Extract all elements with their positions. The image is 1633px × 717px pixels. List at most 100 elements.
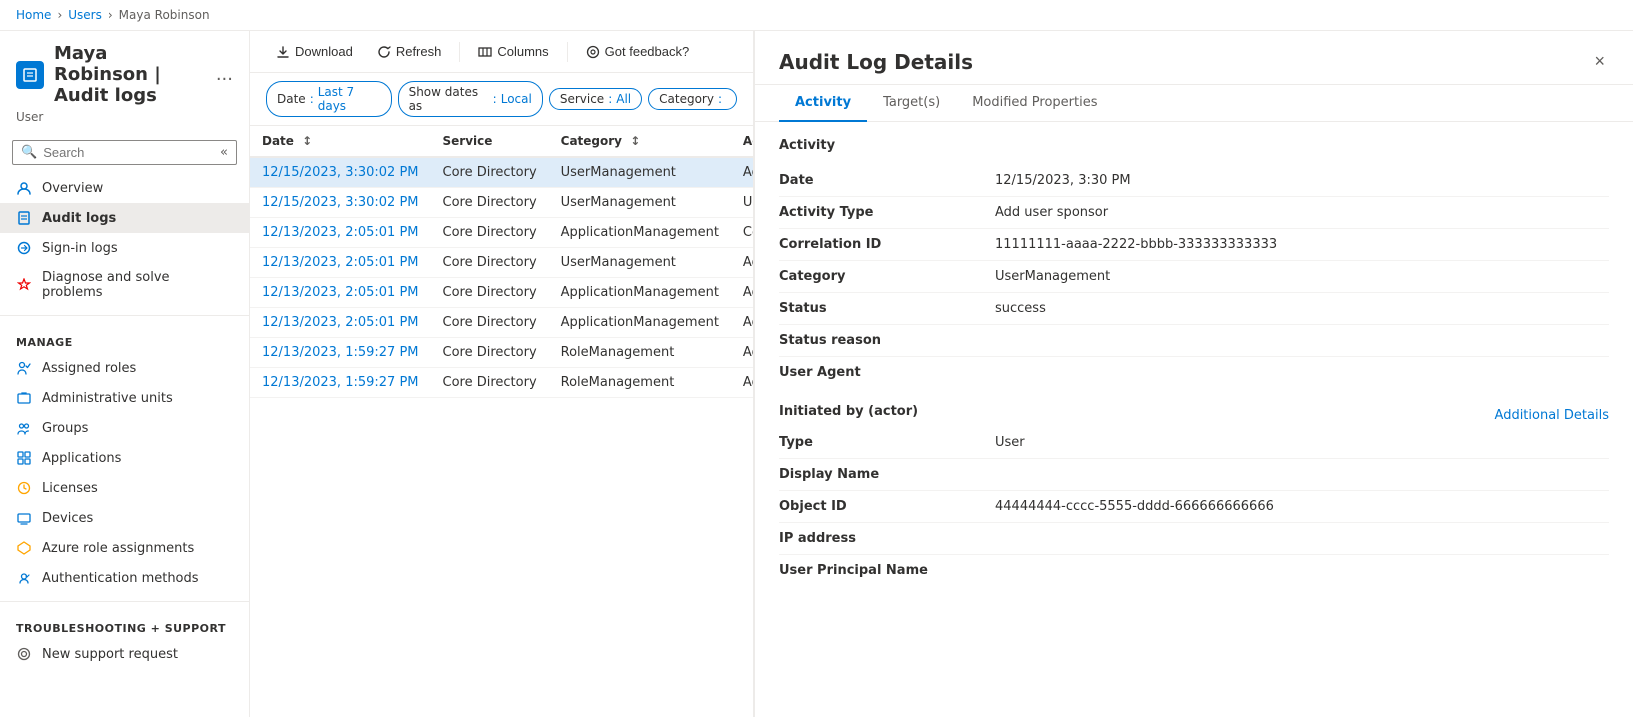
download-button[interactable]: Download	[266, 39, 363, 64]
sidebar-item-overview[interactable]: Overview	[0, 173, 249, 203]
sidebar-item-azureroles[interactable]: Azure role assignments	[0, 533, 249, 563]
actor-field-label: Object ID	[779, 499, 979, 514]
sidebar-item-authmethods[interactable]: Authentication methods	[0, 563, 249, 593]
content-area: Download Refresh Columns Got feedback?	[250, 31, 753, 717]
filter-date[interactable]: Date : Last 7 days	[266, 81, 392, 117]
sidebar-item-label: Authentication methods	[42, 571, 199, 586]
page-icon	[16, 61, 44, 89]
download-icon	[276, 45, 290, 59]
detail-field-label: Activity Type	[779, 205, 979, 220]
detail-field-value: 11111111-aaaa-2222-bbbb-333333333333	[995, 237, 1277, 252]
actor-field-row: Type User	[779, 427, 1609, 459]
actor-field-row: User Principal Name	[779, 555, 1609, 586]
cell-category: UserManagement	[549, 248, 731, 278]
detail-panel-title: Audit Log Details	[779, 50, 973, 74]
tab-activity[interactable]: Activity	[779, 85, 867, 122]
detail-field-value: 12/15/2023, 3:30 PM	[995, 173, 1131, 188]
cell-activity: Add...	[731, 278, 753, 308]
detail-field-row: User Agent	[779, 357, 1609, 388]
tab-modified-properties[interactable]: Modified Properties	[956, 85, 1113, 122]
tab-targets[interactable]: Target(s)	[867, 85, 956, 122]
col-activity[interactable]: Activity	[731, 126, 753, 157]
actor-field-value: User	[995, 435, 1025, 450]
filter-dates-as[interactable]: Show dates as : Local	[398, 81, 543, 117]
cell-category: ApplicationManagement	[549, 278, 731, 308]
troubleshooting-section-header: Troubleshooting + Support	[0, 610, 249, 639]
detail-field-label: Date	[779, 173, 979, 188]
actor-field-value: 44444444-cccc-5555-dddd-666666666666	[995, 499, 1274, 514]
sidebar-item-assignedroles[interactable]: Assigned roles	[0, 353, 249, 383]
breadcrumb-users[interactable]: Users	[68, 8, 102, 22]
sidebar-item-signinlogs[interactable]: Sign-in logs	[0, 233, 249, 263]
table-row[interactable]: 12/13/2023, 2:05:01 PM Core Directory Ap…	[250, 278, 753, 308]
detail-body: Activity Date 12/15/2023, 3:30 PM Activi…	[755, 122, 1633, 717]
table-row[interactable]: 12/15/2023, 3:30:02 PM Core Directory Us…	[250, 188, 753, 218]
detail-field-row: Activity Type Add user sponsor	[779, 197, 1609, 229]
sidebar: Maya Robinson | Audit logs ... User 🔍 « …	[0, 31, 250, 717]
table-row[interactable]: 12/13/2023, 2:05:01 PM Core Directory Ap…	[250, 218, 753, 248]
filter-category[interactable]: Category :	[648, 88, 737, 110]
authmethods-icon	[16, 570, 32, 586]
cell-service: Core Directory	[431, 157, 549, 188]
sidebar-item-groups[interactable]: Groups	[0, 413, 249, 443]
detail-field-label: User Agent	[779, 365, 979, 380]
cell-category: RoleManagement	[549, 338, 731, 368]
col-date[interactable]: Date ↕	[250, 126, 431, 157]
additional-details-link[interactable]: Additional Details	[1495, 408, 1609, 423]
sidebar-item-adminunits[interactable]: Administrative units	[0, 383, 249, 413]
breadcrumb-home[interactable]: Home	[16, 8, 51, 22]
diagnose-icon	[16, 277, 32, 293]
detail-field-label: Correlation ID	[779, 237, 979, 252]
search-input[interactable]	[43, 145, 214, 160]
col-category[interactable]: Category ↕	[549, 126, 731, 157]
detail-field-label: Category	[779, 269, 979, 284]
actor-field-label: User Principal Name	[779, 563, 979, 578]
page-subtitle: User	[0, 110, 249, 132]
table-row[interactable]: 12/13/2023, 2:05:01 PM Core Directory Us…	[250, 248, 753, 278]
columns-button[interactable]: Columns	[468, 39, 558, 64]
sidebar-item-auditlogs[interactable]: Audit logs	[0, 203, 249, 233]
sidebar-item-devices[interactable]: Devices	[0, 503, 249, 533]
table-row[interactable]: 12/13/2023, 1:59:27 PM Core Directory Ro…	[250, 338, 753, 368]
cell-service: Core Directory	[431, 368, 549, 398]
filter-service[interactable]: Service : All	[549, 88, 642, 110]
cell-category: RoleManagement	[549, 368, 731, 398]
sidebar-item-licenses[interactable]: Licenses	[0, 473, 249, 503]
sidebar-item-diagnose[interactable]: Diagnose and solve problems	[0, 263, 249, 307]
cell-category: ApplicationManagement	[549, 308, 731, 338]
search-icon: 🔍	[21, 145, 37, 160]
close-button[interactable]: ×	[1590, 47, 1609, 76]
table-row[interactable]: 12/13/2023, 1:59:27 PM Core Directory Ro…	[250, 368, 753, 398]
col-service[interactable]: Service	[431, 126, 549, 157]
sidebar-item-applications[interactable]: Applications	[0, 443, 249, 473]
table-row[interactable]: 12/13/2023, 2:05:01 PM Core Directory Ap…	[250, 308, 753, 338]
feedback-button[interactable]: Got feedback?	[576, 39, 700, 64]
sidebar-item-label: Azure role assignments	[42, 541, 194, 556]
cell-service: Core Directory	[431, 338, 549, 368]
manage-section-header: Manage	[0, 324, 249, 353]
cell-service: Core Directory	[431, 188, 549, 218]
detail-field-value: UserManagement	[995, 269, 1110, 284]
more-options-button[interactable]: ...	[216, 64, 233, 85]
refresh-icon	[377, 45, 391, 59]
filter-bar: Date : Last 7 days Show dates as : Local…	[250, 73, 753, 126]
cell-date: 12/13/2023, 2:05:01 PM	[250, 218, 431, 248]
sidebar-item-label: Applications	[42, 451, 121, 466]
detail-field-row: Status reason	[779, 325, 1609, 357]
sidebar-item-label: Devices	[42, 511, 93, 526]
assignedroles-icon	[16, 360, 32, 376]
collapse-icon[interactable]: «	[220, 145, 228, 160]
table-row[interactable]: 12/15/2023, 3:30:02 PM Core Directory Us…	[250, 157, 753, 188]
activity-section-title: Activity	[779, 138, 1609, 153]
cell-date: 12/15/2023, 3:30:02 PM	[250, 188, 431, 218]
cell-date: 12/13/2023, 2:05:01 PM	[250, 248, 431, 278]
refresh-button[interactable]: Refresh	[367, 39, 452, 64]
feedback-icon	[586, 45, 600, 59]
overview-icon	[16, 180, 32, 196]
columns-icon	[478, 45, 492, 59]
detail-field-label: Status	[779, 301, 979, 316]
audit-log-table: Date ↕ Service Category ↕ Acti	[250, 126, 753, 717]
sidebar-item-support[interactable]: New support request	[0, 639, 249, 669]
cell-activity: Add...	[731, 157, 753, 188]
search-box[interactable]: 🔍 «	[12, 140, 237, 165]
